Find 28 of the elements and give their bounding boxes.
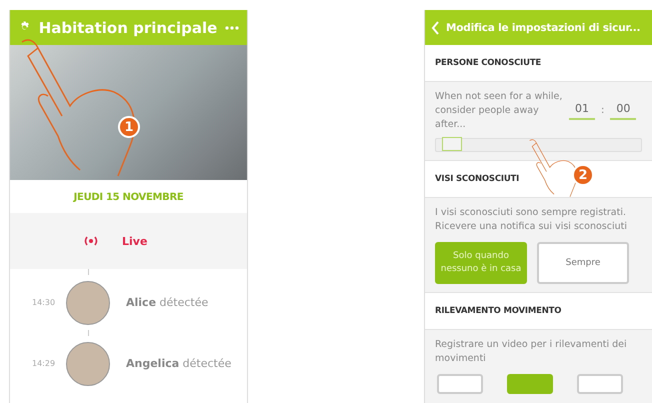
option-button[interactable] [437, 374, 483, 394]
live-icon [82, 236, 100, 246]
hand-drawing [529, 139, 578, 198]
date-label: JEUDI 15 NOVEMBRE [72, 191, 184, 205]
event-text: Alice détectée [126, 296, 208, 309]
back-icon[interactable] [431, 20, 440, 34]
more-icon[interactable] [225, 26, 239, 30]
avatar [66, 280, 110, 324]
event-text: Angelica détectée [126, 357, 232, 370]
event-time: 14:30 [32, 298, 56, 307]
description: When not seen for a while, consider people away after... [435, 90, 563, 132]
minutes-field[interactable]: 00 [610, 102, 636, 120]
option-button[interactable]: Sempre [537, 242, 629, 284]
option-button[interactable] [507, 374, 553, 394]
screen-title: Habitation principale [38, 18, 218, 36]
live-row[interactable]: Live [10, 213, 247, 269]
description: I visi sconosciuti sono sempre registrati. Ricevere una notifica sui visi sconosciuti [435, 206, 628, 234]
hours-field[interactable]: 01 [569, 102, 595, 120]
option-button[interactable] [577, 374, 623, 394]
screen-title: Modifica le impostazioni di sicur... [446, 22, 640, 34]
avatar [66, 342, 110, 386]
event-time: 14:29 [32, 359, 56, 368]
section-heading: RILEVAMENTO MOVIMENTO [425, 292, 652, 330]
time-separator: : [601, 104, 604, 118]
live-label: Live [122, 234, 148, 248]
description: Registrare un video per i rilevamenti dei movimenti [435, 338, 628, 366]
section-heading: PERSONE CONOSCIUTE [425, 45, 652, 82]
slider-thumb[interactable] [442, 137, 462, 151]
